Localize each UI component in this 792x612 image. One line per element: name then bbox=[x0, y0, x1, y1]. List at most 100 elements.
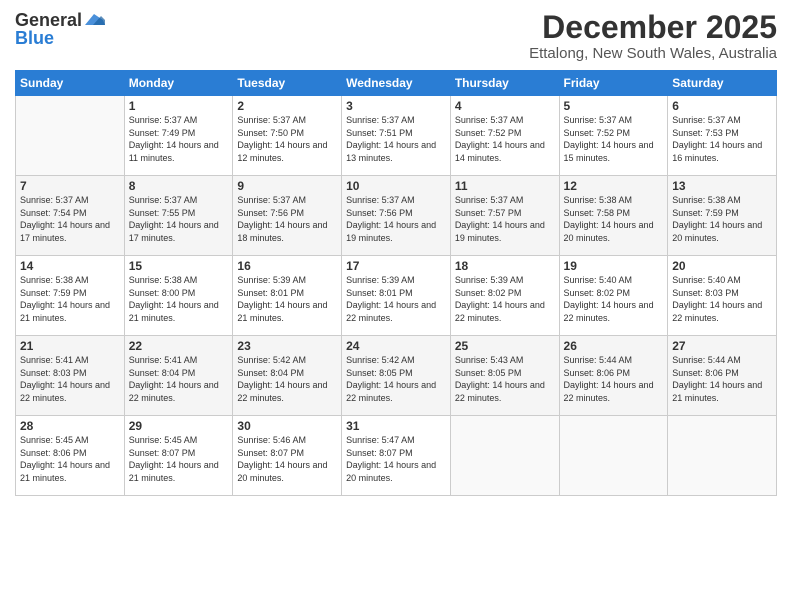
calendar-cell: 26 Sunrise: 5:44 AMSunset: 8:06 PMDayligh… bbox=[559, 336, 668, 416]
day-number: 13 bbox=[672, 179, 772, 193]
cell-info: Sunrise: 5:38 AMSunset: 8:00 PMDaylight:… bbox=[129, 275, 219, 323]
calendar-cell: 13 Sunrise: 5:38 AMSunset: 7:59 PMDayligh… bbox=[668, 176, 777, 256]
col-friday: Friday bbox=[559, 71, 668, 96]
cell-info: Sunrise: 5:37 AMSunset: 7:51 PMDaylight:… bbox=[346, 115, 436, 163]
cell-info: Sunrise: 5:37 AMSunset: 7:56 PMDaylight:… bbox=[237, 195, 327, 243]
calendar-cell bbox=[450, 416, 559, 496]
cell-info: Sunrise: 5:40 AMSunset: 8:02 PMDaylight:… bbox=[564, 275, 654, 323]
calendar-cell: 17Sunrise: 5:39 AMSunset: 8:01 PMDayligh… bbox=[342, 256, 451, 336]
calendar-cell: 25 Sunrise: 5:43 AMSunset: 8:05 PMDayligh… bbox=[450, 336, 559, 416]
col-saturday: Saturday bbox=[668, 71, 777, 96]
logo-blue: Blue bbox=[15, 28, 54, 49]
cell-info: Sunrise: 5:46 AMSunset: 8:07 PMDaylight:… bbox=[237, 435, 327, 483]
day-number: 18 bbox=[455, 259, 555, 273]
calendar-cell: 4Sunrise: 5:37 AMSunset: 7:52 PMDaylight… bbox=[450, 96, 559, 176]
day-number: 20 bbox=[672, 259, 772, 273]
day-number: 16 bbox=[237, 259, 337, 273]
cell-info: Sunrise: 5:42 AMSunset: 8:05 PMDaylight:… bbox=[346, 355, 436, 403]
calendar-cell: 16 Sunrise: 5:39 AMSunset: 8:01 PMDayligh… bbox=[233, 256, 342, 336]
calendar-cell bbox=[16, 96, 125, 176]
day-number: 9 bbox=[237, 179, 337, 193]
cell-info: Sunrise: 5:39 AMSunset: 8:01 PMDaylight:… bbox=[237, 275, 327, 323]
day-number: 1 bbox=[129, 99, 229, 113]
day-number: 25 bbox=[455, 339, 555, 353]
day-number: 26 bbox=[564, 339, 664, 353]
day-number: 17 bbox=[346, 259, 446, 273]
calendar-week-4: 28Sunrise: 5:45 AMSunset: 8:06 PMDayligh… bbox=[16, 416, 777, 496]
day-number: 24 bbox=[346, 339, 446, 353]
month-title: December 2025 bbox=[529, 10, 777, 45]
calendar-cell: 2 Sunrise: 5:37 AMSunset: 7:50 PMDaylight… bbox=[233, 96, 342, 176]
cell-info: Sunrise: 5:44 AMSunset: 8:06 PMDaylight:… bbox=[564, 355, 654, 403]
day-number: 11 bbox=[455, 179, 555, 193]
day-number: 2 bbox=[237, 99, 337, 113]
cell-info: Sunrise: 5:37 AMSunset: 7:56 PMDaylight:… bbox=[346, 195, 436, 243]
calendar-cell: 22 Sunrise: 5:41 AMSunset: 8:04 PMDayligh… bbox=[124, 336, 233, 416]
day-number: 12 bbox=[564, 179, 664, 193]
calendar-cell: 11 Sunrise: 5:37 AMSunset: 7:57 PMDayligh… bbox=[450, 176, 559, 256]
cell-info: Sunrise: 5:45 AMSunset: 8:07 PMDaylight:… bbox=[129, 435, 219, 483]
calendar-cell: 3 Sunrise: 5:37 AMSunset: 7:51 PMDaylight… bbox=[342, 96, 451, 176]
location: Ettalong, New South Wales, Australia bbox=[529, 45, 777, 62]
calendar-week-0: 1 Sunrise: 5:37 AMSunset: 7:49 PMDaylight… bbox=[16, 96, 777, 176]
cell-info: Sunrise: 5:42 AMSunset: 8:04 PMDaylight:… bbox=[237, 355, 327, 403]
day-number: 27 bbox=[672, 339, 772, 353]
calendar-cell: 1 Sunrise: 5:37 AMSunset: 7:49 PMDaylight… bbox=[124, 96, 233, 176]
col-thursday: Thursday bbox=[450, 71, 559, 96]
calendar-cell: 30 Sunrise: 5:46 AMSunset: 8:07 PMDayligh… bbox=[233, 416, 342, 496]
header-row: Sunday Monday Tuesday Wednesday Thursday… bbox=[16, 71, 777, 96]
cell-info: Sunrise: 5:38 AMSunset: 7:59 PMDaylight:… bbox=[672, 195, 762, 243]
calendar-cell: 23 Sunrise: 5:42 AMSunset: 8:04 PMDayligh… bbox=[233, 336, 342, 416]
calendar-cell: 5Sunrise: 5:37 AMSunset: 7:52 PMDaylight… bbox=[559, 96, 668, 176]
calendar-cell: 31Sunrise: 5:47 AMSunset: 8:07 PMDayligh… bbox=[342, 416, 451, 496]
cell-info: Sunrise: 5:41 AMSunset: 8:03 PMDaylight:… bbox=[20, 355, 110, 403]
day-number: 7 bbox=[20, 179, 120, 193]
day-number: 30 bbox=[237, 419, 337, 433]
calendar-cell: 10 Sunrise: 5:37 AMSunset: 7:56 PMDayligh… bbox=[342, 176, 451, 256]
cell-info: Sunrise: 5:40 AMSunset: 8:03 PMDaylight:… bbox=[672, 275, 762, 323]
title-block: December 2025 Ettalong, New South Wales,… bbox=[529, 10, 777, 62]
calendar-page: General Blue December 2025 Ettalong, New… bbox=[0, 0, 792, 612]
day-number: 10 bbox=[346, 179, 446, 193]
calendar-cell: 14 Sunrise: 5:38 AMSunset: 7:59 PMDayligh… bbox=[16, 256, 125, 336]
calendar-cell: 27Sunrise: 5:44 AMSunset: 8:06 PMDayligh… bbox=[668, 336, 777, 416]
cell-info: Sunrise: 5:37 AMSunset: 7:50 PMDaylight:… bbox=[237, 115, 327, 163]
cell-info: Sunrise: 5:47 AMSunset: 8:07 PMDaylight:… bbox=[346, 435, 436, 483]
col-sunday: Sunday bbox=[16, 71, 125, 96]
cell-info: Sunrise: 5:37 AMSunset: 7:57 PMDaylight:… bbox=[455, 195, 545, 243]
day-number: 28 bbox=[20, 419, 120, 433]
calendar-cell: 8Sunrise: 5:37 AMSunset: 7:55 PMDaylight… bbox=[124, 176, 233, 256]
cell-info: Sunrise: 5:37 AMSunset: 7:49 PMDaylight:… bbox=[129, 115, 219, 163]
day-number: 23 bbox=[237, 339, 337, 353]
cell-info: Sunrise: 5:37 AMSunset: 7:54 PMDaylight:… bbox=[20, 195, 110, 243]
calendar-cell: 20 Sunrise: 5:40 AMSunset: 8:03 PMDayligh… bbox=[668, 256, 777, 336]
logo: General Blue bbox=[15, 10, 105, 49]
calendar-cell: 18 Sunrise: 5:39 AMSunset: 8:02 PMDayligh… bbox=[450, 256, 559, 336]
col-wednesday: Wednesday bbox=[342, 71, 451, 96]
cell-info: Sunrise: 5:38 AMSunset: 7:59 PMDaylight:… bbox=[20, 275, 110, 323]
calendar-table: Sunday Monday Tuesday Wednesday Thursday… bbox=[15, 70, 777, 496]
calendar-cell: 7 Sunrise: 5:37 AMSunset: 7:54 PMDaylight… bbox=[16, 176, 125, 256]
day-number: 15 bbox=[129, 259, 229, 273]
cell-info: Sunrise: 5:41 AMSunset: 8:04 PMDaylight:… bbox=[129, 355, 219, 403]
day-number: 6 bbox=[672, 99, 772, 113]
cell-info: Sunrise: 5:37 AMSunset: 7:55 PMDaylight:… bbox=[129, 195, 219, 243]
calendar-cell: 15 Sunrise: 5:38 AMSunset: 8:00 PMDayligh… bbox=[124, 256, 233, 336]
calendar-cell: 28Sunrise: 5:45 AMSunset: 8:06 PMDayligh… bbox=[16, 416, 125, 496]
calendar-week-1: 7 Sunrise: 5:37 AMSunset: 7:54 PMDaylight… bbox=[16, 176, 777, 256]
calendar-cell: 21Sunrise: 5:41 AMSunset: 8:03 PMDayligh… bbox=[16, 336, 125, 416]
calendar-cell: 6 Sunrise: 5:37 AMSunset: 7:53 PMDaylight… bbox=[668, 96, 777, 176]
day-number: 14 bbox=[20, 259, 120, 273]
calendar-cell: 24 Sunrise: 5:42 AMSunset: 8:05 PMDayligh… bbox=[342, 336, 451, 416]
day-number: 22 bbox=[129, 339, 229, 353]
cell-info: Sunrise: 5:37 AMSunset: 7:53 PMDaylight:… bbox=[672, 115, 762, 163]
cell-info: Sunrise: 5:37 AMSunset: 7:52 PMDaylight:… bbox=[455, 115, 545, 163]
calendar-cell bbox=[559, 416, 668, 496]
cell-info: Sunrise: 5:43 AMSunset: 8:05 PMDaylight:… bbox=[455, 355, 545, 403]
cell-info: Sunrise: 5:39 AMSunset: 8:02 PMDaylight:… bbox=[455, 275, 545, 323]
calendar-cell: 19Sunrise: 5:40 AMSunset: 8:02 PMDayligh… bbox=[559, 256, 668, 336]
calendar-cell: 9 Sunrise: 5:37 AMSunset: 7:56 PMDaylight… bbox=[233, 176, 342, 256]
logo-icon bbox=[83, 12, 105, 27]
cell-info: Sunrise: 5:37 AMSunset: 7:52 PMDaylight:… bbox=[564, 115, 654, 163]
day-number: 3 bbox=[346, 99, 446, 113]
